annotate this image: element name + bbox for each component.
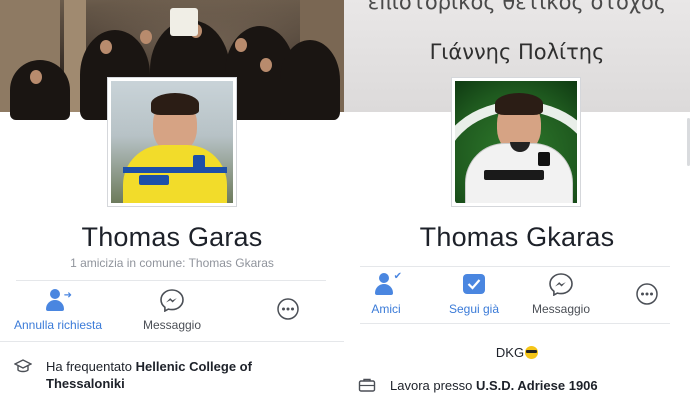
- profile-name: Thomas Gkaras: [419, 222, 615, 252]
- more-button[interactable]: [273, 297, 303, 327]
- message-label: Messaggio: [531, 302, 591, 316]
- message-button[interactable]: Messaggio: [526, 272, 596, 316]
- message-label: Messaggio: [142, 318, 202, 332]
- divider: [360, 266, 670, 267]
- cover-text: επιστορικός θετικός οτόχος: [367, 0, 667, 14]
- messenger-icon: [548, 272, 574, 296]
- bio-text: DKG: [495, 345, 525, 360]
- profile-name: Thomas Garas: [81, 222, 263, 252]
- work-prefix: Lavora presso: [390, 378, 476, 393]
- person-check-icon: ✔: [373, 272, 402, 296]
- profile-panel-left: Thomas Garas 1 amicizia in comune: Thoma…: [0, 0, 344, 400]
- cancel-request-label: Annulla richiesta: [14, 318, 103, 332]
- education-row[interactable]: Ha frequentato Hellenic College of Thess…: [46, 358, 326, 392]
- profile-panel-right: επιστορικός θετικός οτόχος Γιάννης Πολίτ…: [344, 0, 690, 400]
- school-icon: [14, 358, 32, 374]
- messenger-icon: [159, 288, 185, 312]
- divider: [16, 280, 326, 281]
- more-icon: [275, 297, 301, 321]
- profile-picture[interactable]: [452, 78, 580, 206]
- sunglasses-emoji-icon: [525, 346, 539, 359]
- profile-picture[interactable]: [108, 78, 236, 206]
- bio: DKG: [344, 345, 690, 360]
- message-button[interactable]: Messaggio: [134, 288, 210, 332]
- work-row[interactable]: Lavora presso U.S.D. Adriese 1906: [390, 377, 680, 394]
- education-prefix: Ha frequentato: [46, 359, 136, 374]
- cancel-request-button[interactable]: ➜ Annulla richiesta: [14, 288, 103, 332]
- employer-name[interactable]: U.S.D. Adriese 1906: [476, 378, 598, 393]
- friends-button[interactable]: ✔ Amici: [356, 272, 416, 317]
- cover-name-text: Γιάννης Πολίτης: [429, 40, 605, 64]
- mutual-friends[interactable]: 1 amicizia in comune: Thomas Gkaras: [0, 256, 344, 270]
- more-button[interactable]: [632, 282, 662, 312]
- following-label: Segui già: [448, 302, 500, 316]
- more-icon: [634, 282, 660, 306]
- friends-label: Amici: [371, 302, 401, 316]
- follow-check-icon: [461, 272, 487, 296]
- divider: [0, 341, 344, 342]
- divider: [360, 323, 670, 324]
- briefcase-icon: [358, 377, 376, 393]
- person-arrow-icon: ➜: [44, 288, 72, 312]
- following-button[interactable]: Segui già: [444, 272, 504, 316]
